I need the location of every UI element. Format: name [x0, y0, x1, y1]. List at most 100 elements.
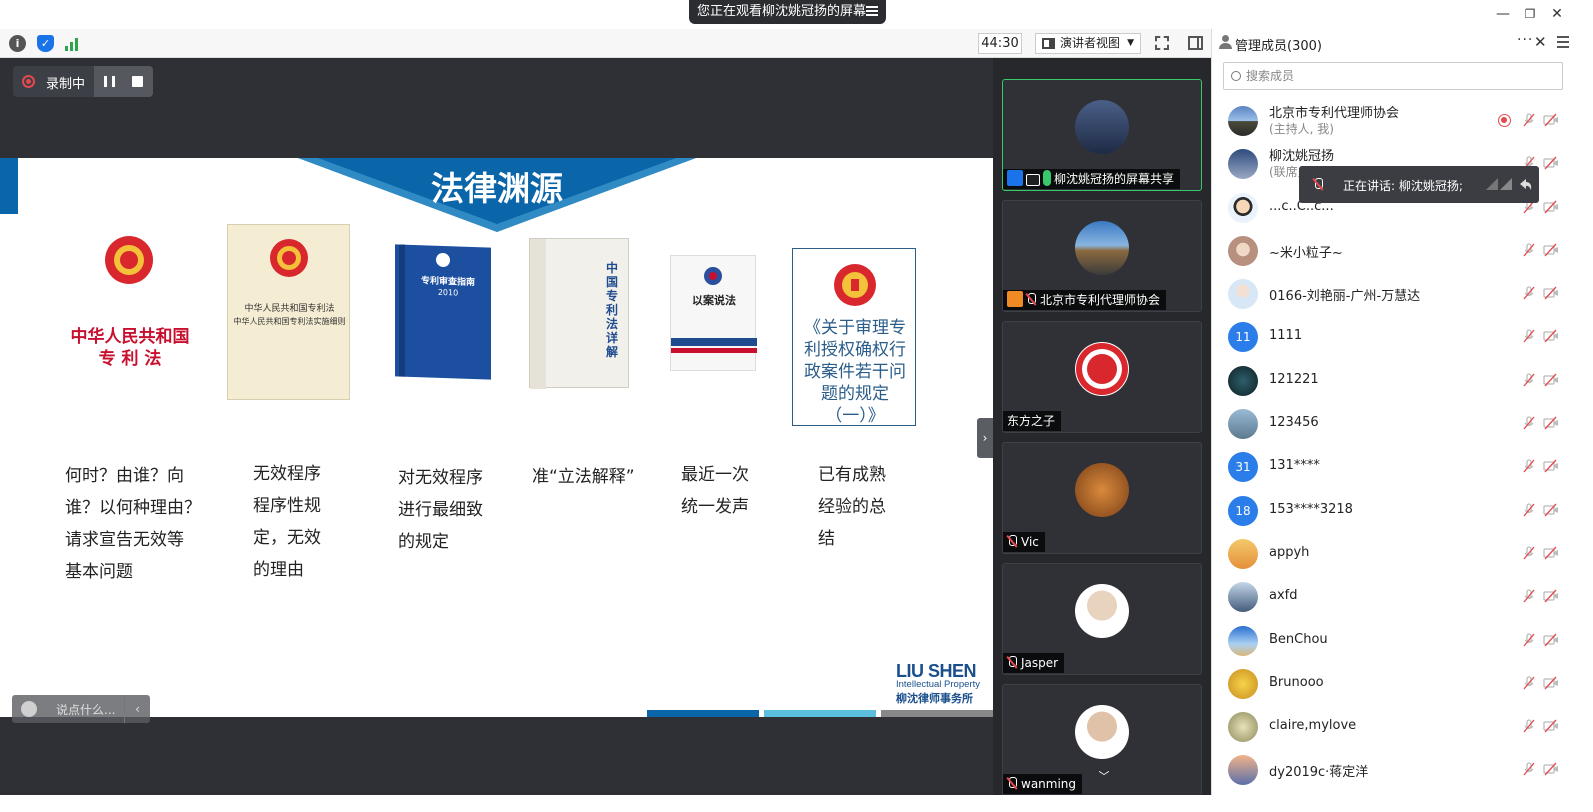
avatar: [1075, 584, 1129, 638]
video-tile[interactable]: 柳沈姚冠扬的屏幕共享: [1002, 79, 1202, 191]
mic-muted-icon[interactable]: [1522, 373, 1536, 387]
collapse-videos-handle[interactable]: ›: [977, 418, 993, 458]
member-name: 131****: [1269, 458, 1320, 474]
chat-input-bar[interactable]: 说点什么... ‹: [12, 695, 150, 723]
camera-off-icon[interactable]: [1543, 503, 1558, 517]
close-panel-icon[interactable]: ✕: [1534, 33, 1547, 51]
signal-icon[interactable]: [64, 35, 81, 52]
mic-muted-icon[interactable]: [1522, 546, 1536, 560]
avatar: [1228, 106, 1258, 136]
camera-off-icon[interactable]: [1543, 286, 1558, 300]
camera-off-icon[interactable]: [1543, 719, 1558, 733]
close-button[interactable]: ✕: [1549, 6, 1565, 22]
book-examination-guidelines: 专利审查指南 2010: [395, 244, 491, 380]
mic-muted-icon[interactable]: [1522, 503, 1536, 517]
member-row[interactable]: claire,mylove: [1212, 705, 1593, 748]
camera-off-icon[interactable]: [1543, 243, 1558, 257]
avatar: [1075, 342, 1129, 396]
mic-muted-icon[interactable]: [1522, 113, 1536, 127]
video-tile[interactable]: Vic: [1002, 442, 1202, 554]
caption-4: 准“立法解释”: [532, 467, 635, 487]
member-row[interactable]: 北京市专利代理师协会 (主持人, 我): [1212, 99, 1593, 142]
more-options-icon[interactable]: ···: [1517, 32, 1533, 48]
camera-off-icon[interactable]: [1543, 676, 1558, 690]
member-row[interactable]: 31 131****: [1212, 445, 1593, 488]
mic-muted-icon[interactable]: [1522, 329, 1536, 343]
host-badge-icon: [1007, 170, 1023, 186]
pause-recording-button[interactable]: [104, 76, 115, 87]
record-icon: [22, 75, 35, 88]
mic-muted-icon[interactable]: [1522, 762, 1536, 776]
mic-muted-icon[interactable]: [1522, 243, 1536, 257]
camera-off-icon[interactable]: [1543, 373, 1558, 387]
video-tile[interactable]: 北京市专利代理师协会: [1002, 200, 1202, 312]
book-patent-law: 中华人民共和国 专 利 法: [57, 226, 203, 408]
camera-off-icon[interactable]: [1543, 762, 1558, 776]
member-row[interactable]: 123456: [1212, 402, 1593, 445]
camera-off-icon[interactable]: [1543, 589, 1558, 603]
video-label: 北京市专利代理师协会: [1003, 290, 1167, 310]
avatar: [1228, 582, 1258, 613]
camera-off-icon[interactable]: [1543, 546, 1558, 560]
camera-off-icon[interactable]: [1543, 459, 1558, 473]
camera-off-icon[interactable]: [1543, 416, 1558, 430]
avatar: 11: [1228, 322, 1258, 353]
book1-line2: 专 利 法: [98, 349, 162, 369]
layout-grid-icon: [1042, 38, 1055, 49]
national-emblem-icon: [270, 239, 308, 277]
menu-icon[interactable]: [866, 6, 878, 18]
camera-off-icon[interactable]: [1543, 200, 1558, 214]
camera-off-icon[interactable]: [1543, 156, 1558, 170]
shield-icon[interactable]: ✓: [37, 35, 54, 52]
video-label: Vic: [1003, 532, 1045, 552]
sidebar-toggle-icon[interactable]: [1188, 36, 1203, 50]
minimize-button[interactable]: —: [1495, 6, 1511, 22]
camera-off-icon[interactable]: [1543, 633, 1558, 647]
chat-placeholder: 说点什么...: [56, 703, 116, 717]
avatar: [1228, 279, 1258, 310]
mic-muted-icon: [1007, 777, 1017, 790]
mic-muted-icon[interactable]: [1522, 719, 1536, 733]
emoji-icon[interactable]: [21, 701, 37, 717]
search-input[interactable]: [1246, 67, 1546, 85]
member-row[interactable]: axfd: [1212, 575, 1593, 618]
stop-recording-button[interactable]: [132, 76, 143, 87]
mic-muted-icon[interactable]: [1522, 459, 1536, 473]
viewing-screen-pill[interactable]: 您正在观看柳沈姚冠扬的屏幕: [689, 0, 886, 24]
mic-muted-icon[interactable]: [1522, 286, 1536, 300]
restore-button[interactable]: ❐: [1522, 6, 1538, 22]
chevron-down-icon[interactable]: ﹀: [1094, 768, 1114, 783]
member-row[interactable]: Brunooo: [1212, 662, 1593, 705]
camera-off-icon[interactable]: [1543, 329, 1558, 343]
member-row[interactable]: 11 1111: [1212, 315, 1593, 358]
member-row[interactable]: appyh: [1212, 532, 1593, 575]
mic-muted-icon[interactable]: [1522, 632, 1536, 647]
screen-share-icon: [1026, 174, 1040, 186]
menu-icon[interactable]: [1557, 36, 1569, 51]
book2-line2: 中华人民共和国专利法实施细则: [233, 317, 346, 326]
member-row[interactable]: ~米小粒子~: [1212, 229, 1593, 272]
info-icon[interactable]: i: [9, 35, 26, 52]
video-tile[interactable]: Jasper: [1002, 563, 1202, 675]
caption-1: 何时？由谁？向 谁？以何种理由？ 请求宣告无效等 基本问题: [65, 466, 201, 582]
member-row[interactable]: 18 153****3218: [1212, 489, 1593, 532]
cohost-badge-icon: [1007, 291, 1023, 307]
caption-6: 已有成熟 经验的总 结: [818, 465, 886, 549]
member-row[interactable]: 121221: [1212, 359, 1593, 402]
camera-off-icon[interactable]: [1543, 113, 1558, 127]
member-row[interactable]: 0166-刘艳丽-广州-万慧达: [1212, 272, 1593, 315]
avatar: [1228, 668, 1258, 699]
view-mode-dropdown[interactable]: 演讲者视图 ▼: [1035, 33, 1141, 54]
member-row[interactable]: dy2019c·蒋定洋: [1212, 748, 1593, 791]
fullscreen-icon[interactable]: [1155, 36, 1169, 50]
user-icon: [1219, 35, 1232, 49]
video-label: Jasper: [1003, 653, 1065, 673]
member-row[interactable]: BenChou: [1212, 619, 1593, 662]
mic-muted-icon[interactable]: [1522, 416, 1536, 430]
mic-muted-icon[interactable]: [1522, 589, 1536, 603]
mic-muted-icon[interactable]: [1522, 676, 1536, 690]
member-name: axfd: [1269, 588, 1298, 604]
video-tile[interactable]: 东方之子: [1002, 321, 1202, 433]
logo-line3: 柳沈律师事务所: [896, 693, 973, 705]
chevron-left-icon[interactable]: ‹: [124, 695, 150, 723]
